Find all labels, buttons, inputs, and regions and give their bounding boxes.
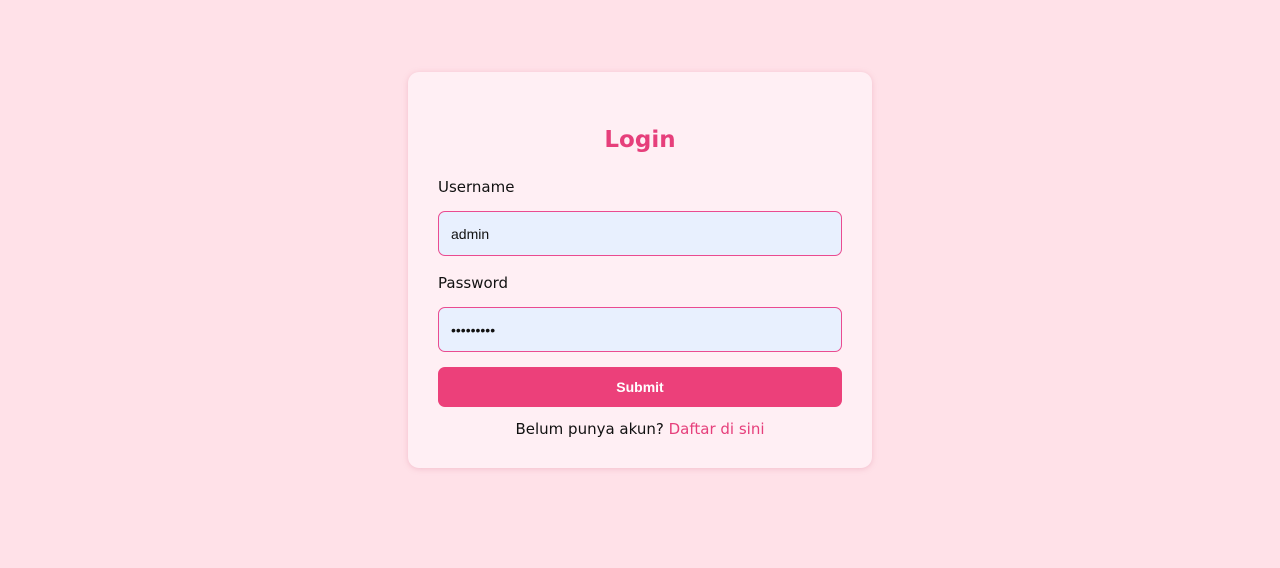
username-input[interactable] <box>438 211 842 256</box>
submit-button[interactable]: Submit <box>438 367 842 407</box>
register-link[interactable]: Daftar di sini <box>669 420 765 438</box>
username-label: Username <box>438 178 515 196</box>
password-label: Password <box>438 274 509 292</box>
page-title: Login <box>604 127 676 153</box>
register-prompt-row: Belum punya akun? Daftar di sini <box>408 418 872 440</box>
password-input[interactable] <box>438 307 842 352</box>
register-prompt-text: Belum punya akun? <box>515 420 664 438</box>
